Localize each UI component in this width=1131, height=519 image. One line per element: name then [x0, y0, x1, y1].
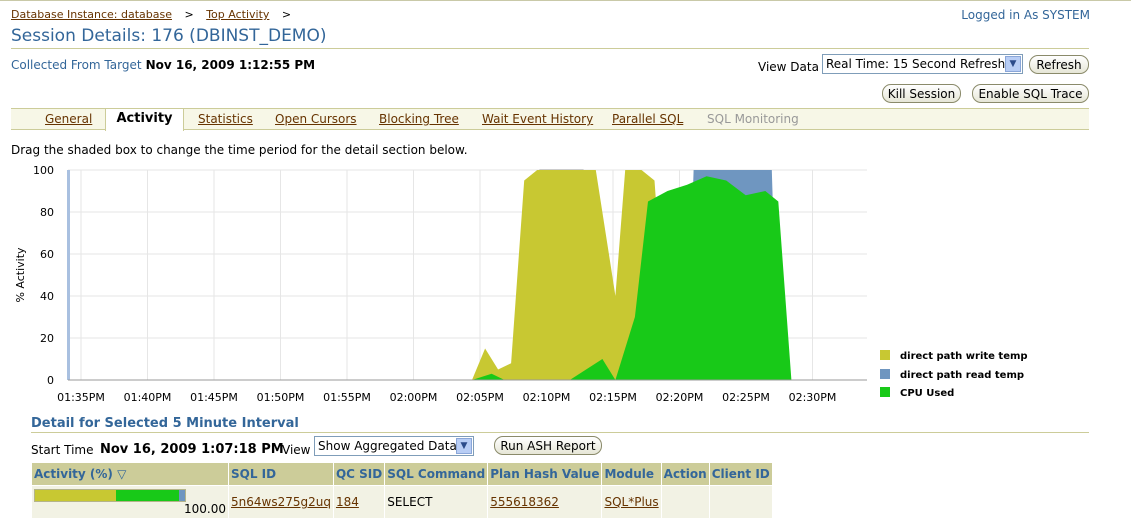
- activity-bar-read-temp: [179, 490, 185, 501]
- legend-label: CPU Used: [900, 388, 955, 399]
- module-link[interactable]: SQL*Plus: [604, 495, 658, 509]
- x-tick-label: 02:20PM: [656, 391, 704, 404]
- breadcrumb: Database Instance: database > Top Activi…: [11, 8, 300, 21]
- tab-wait-event-history[interactable]: Wait Event History: [482, 112, 593, 126]
- legend-label: direct path write temp: [900, 351, 1028, 362]
- chevron-down-icon[interactable]: ▼: [1005, 56, 1021, 72]
- view-data-label: View Data: [758, 60, 819, 74]
- collected-timestamp: Nov 16, 2009 1:12:55 PM: [145, 58, 316, 72]
- x-tick-label: 02:25PM: [722, 391, 770, 404]
- x-tick-label: 02:15PM: [589, 391, 637, 404]
- breadcrumb-top-activity-link[interactable]: Top Activity: [206, 8, 269, 21]
- activity-bar-write-temp: [35, 490, 116, 501]
- y-tick-label: 40: [40, 290, 54, 303]
- legend-swatch: [880, 350, 890, 360]
- tab-activity[interactable]: Activity: [105, 108, 184, 131]
- legend-swatch: [880, 387, 890, 397]
- collected-from-target: Collected From Target Nov 16, 2009 1:12:5…: [11, 58, 315, 72]
- view-data-select[interactable]: Real Time: 15 Second Refresh ▼: [822, 54, 1023, 74]
- logged-in-user: Logged in As SYSTEM: [961, 8, 1090, 22]
- legend-item-write-temp: direct path write temp: [880, 350, 1028, 362]
- x-tick-label: 01:50PM: [257, 391, 305, 404]
- column-header-module[interactable]: Module: [601, 462, 662, 486]
- plan-hash-link[interactable]: 555618362: [490, 495, 559, 509]
- x-tick-label: 01:40PM: [124, 391, 172, 404]
- title-divider: [11, 48, 1089, 49]
- y-axis-band: [67, 170, 70, 380]
- view-label: View: [282, 443, 311, 457]
- activity-bar: [34, 489, 186, 502]
- page-title: Session Details: 176 (DBINST_DEMO): [11, 26, 327, 46]
- column-header-activity[interactable]: Activity (%) ▽: [31, 462, 229, 486]
- column-header-client-id[interactable]: Client ID: [708, 462, 773, 486]
- refresh-button[interactable]: Refresh: [1029, 55, 1089, 74]
- x-tick-label: 02:30PM: [789, 391, 837, 404]
- activity-bar-cpu: [116, 490, 179, 501]
- kill-session-button[interactable]: Kill Session: [882, 84, 961, 103]
- x-tick-label: 02:00PM: [390, 391, 438, 404]
- y-tick-label: 100: [33, 164, 54, 177]
- table-header-row: Activity (%) ▽ SQL ID QC SID SQL Command…: [31, 462, 773, 486]
- enable-sql-trace-button[interactable]: Enable SQL Trace: [972, 84, 1089, 103]
- qc-sid-link[interactable]: 184: [336, 495, 359, 509]
- run-ash-report-button[interactable]: Run ASH Report: [494, 436, 602, 455]
- start-time-label: Start Time: [31, 443, 94, 457]
- x-tick-label: 01:45PM: [190, 391, 238, 404]
- tab-sql-monitoring: SQL Monitoring: [707, 112, 799, 126]
- tab-statistics[interactable]: Statistics: [198, 112, 253, 126]
- column-header-sql-id[interactable]: SQL ID: [228, 462, 334, 486]
- legend-swatch: [880, 369, 890, 379]
- breadcrumb-database-instance-link[interactable]: Database Instance: database: [11, 8, 172, 21]
- tab-parallel-sql[interactable]: Parallel SQL: [612, 112, 683, 126]
- breadcrumb-separator: >: [281, 8, 292, 21]
- column-header-qc-sid[interactable]: QC SID: [332, 462, 386, 486]
- view-data-selected-value: Real Time: 15 Second Refresh: [826, 57, 1006, 71]
- chart-instruction: Drag the shaded box to change the time p…: [11, 143, 468, 157]
- chevron-down-icon[interactable]: ▼: [456, 438, 472, 454]
- y-tick-label: 0: [47, 374, 54, 387]
- column-header-sql-command[interactable]: SQL Command: [384, 462, 489, 486]
- tab-blocking-tree[interactable]: Blocking Tree: [379, 112, 459, 126]
- collected-label: Collected From Target: [11, 58, 142, 72]
- column-header-action[interactable]: Action: [660, 462, 710, 486]
- column-header-plan-hash-value[interactable]: Plan Hash Value: [487, 462, 603, 486]
- tab-open-cursors[interactable]: Open Cursors: [275, 112, 357, 126]
- legend-item-cpu-used: CPU Used: [880, 387, 954, 399]
- breadcrumb-separator: >: [184, 8, 194, 21]
- activity-chart[interactable]: 0 20 40 60 80 100 01:35PM 01:40PM 01:45PM 01:50PM…: [0, 160, 880, 410]
- sql-id-link[interactable]: 5n64ws275g2uq: [231, 495, 331, 509]
- x-tick-label: 01:55PM: [323, 391, 371, 404]
- detail-divider: [31, 432, 1089, 433]
- detail-section-title: Detail for Selected 5 Minute Interval: [31, 416, 299, 431]
- legend-item-read-temp: direct path read temp: [880, 369, 1024, 381]
- x-tick-label: 02:05PM: [456, 391, 504, 404]
- sort-descending-icon[interactable]: ▽: [117, 467, 126, 481]
- y-tick-label: 60: [40, 248, 54, 261]
- x-tick-label: 01:35PM: [57, 391, 105, 404]
- y-tick-label: 20: [40, 332, 54, 345]
- view-mode-select[interactable]: Show Aggregated Data ▼: [314, 436, 474, 456]
- tab-general[interactable]: General: [45, 112, 92, 126]
- legend-label: direct path read temp: [900, 370, 1025, 381]
- y-tick-label: 80: [40, 206, 54, 219]
- y-axis-label: % Activity: [14, 247, 27, 303]
- ash-detail-table: Activity (%) ▽ SQL ID QC SID SQL Command…: [31, 462, 773, 519]
- start-time-value: Nov 16, 2009 1:07:18 PM: [100, 442, 284, 457]
- view-mode-selected-value: Show Aggregated Data: [318, 439, 457, 453]
- x-tick-label: 02:10PM: [523, 391, 571, 404]
